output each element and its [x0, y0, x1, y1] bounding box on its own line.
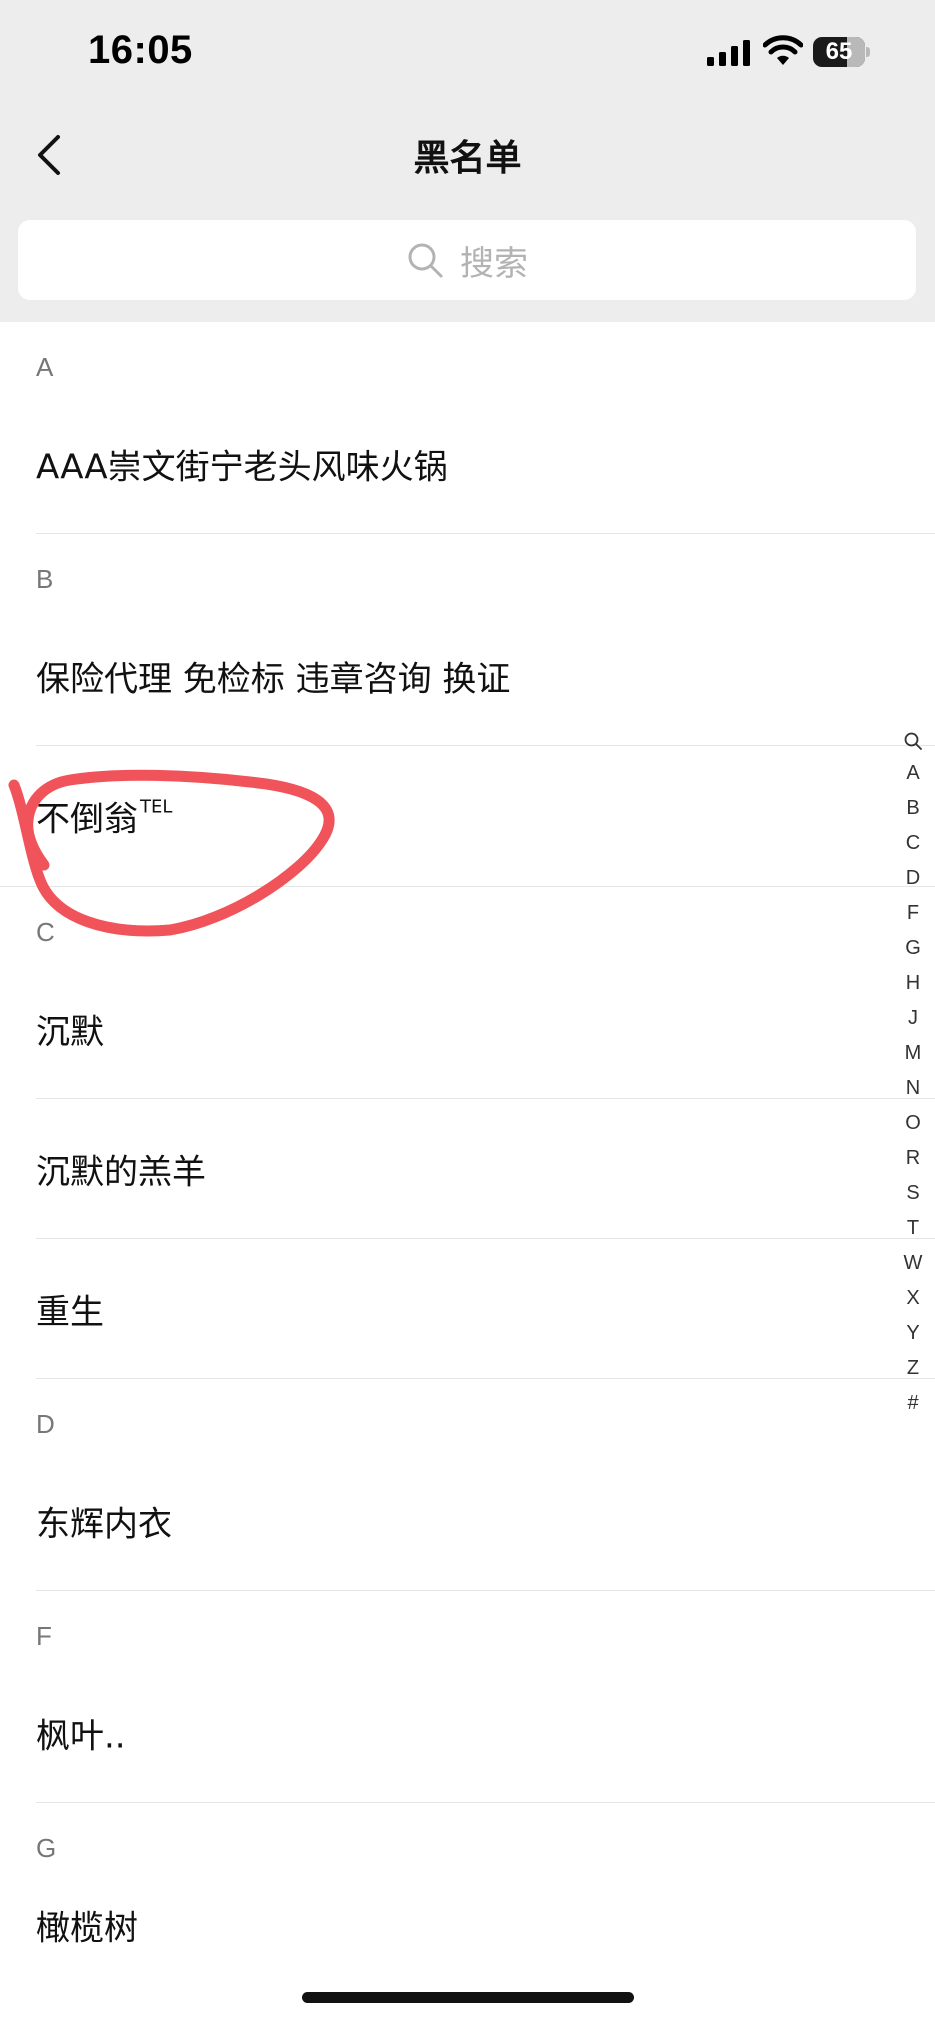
contact-name: 重生	[36, 1292, 104, 1333]
page-title: 黑名单	[413, 138, 522, 179]
battery-icon: 65	[813, 37, 870, 67]
index-letter-c[interactable]: C	[895, 826, 931, 861]
section-header-f: F	[0, 1591, 935, 1663]
section-letter: B	[36, 564, 54, 594]
contact-row[interactable]: 沉默	[0, 959, 935, 1099]
index-letter-f[interactable]: F	[895, 896, 931, 931]
navigation-bar: 黑名单	[0, 105, 935, 205]
contact-name: 保险代理 免检标 违章咨询 换证	[36, 659, 511, 700]
section-letter: F	[36, 1621, 52, 1651]
contact-name: 沉默	[36, 1012, 104, 1053]
battery-level: 65	[825, 38, 853, 65]
contact-name: 不倒翁 TEL	[36, 792, 172, 841]
index-letter-d[interactable]: D	[895, 861, 931, 896]
index-letter-m[interactable]: M	[895, 1036, 931, 1071]
index-letter-a[interactable]: A	[895, 756, 931, 791]
index-search-icon[interactable]	[895, 726, 931, 756]
index-letter-x[interactable]: X	[895, 1281, 931, 1316]
contact-row[interactable]: 东辉内衣	[0, 1451, 935, 1591]
status-time: 16:05	[88, 28, 193, 72]
section-header-c: C	[0, 886, 935, 959]
contact-row[interactable]: 重生	[0, 1239, 935, 1379]
index-letter-n[interactable]: N	[895, 1071, 931, 1106]
wifi-icon	[763, 35, 803, 65]
section-letter: C	[36, 917, 55, 947]
home-indicator	[302, 1992, 634, 2003]
index-letter-o[interactable]: O	[895, 1106, 931, 1141]
contact-name: 沉默的羔羊	[36, 1152, 206, 1193]
contact-name: AAA崇文街宁老头风味火锅	[36, 447, 448, 488]
index-letter-h[interactable]: H	[895, 966, 931, 1001]
section-letter: G	[36, 1833, 57, 1863]
index-letter-g[interactable]: G	[895, 931, 931, 966]
section-letter: D	[36, 1409, 55, 1439]
search-icon	[904, 732, 922, 750]
contact-name: 东辉内衣	[36, 1504, 172, 1545]
signal-icon	[707, 40, 750, 66]
contact-row[interactable]: 橄榄树	[0, 1875, 935, 1975]
contact-row[interactable]: 不倒翁 TEL	[0, 746, 935, 886]
index-letter-y[interactable]: Y	[895, 1316, 931, 1351]
contact-name: 橄榄树	[36, 1908, 138, 1949]
index-letter-j[interactable]: J	[895, 1001, 931, 1036]
contact-name-suffix: TEL	[140, 796, 173, 818]
section-header-d: D	[0, 1379, 935, 1451]
alphabet-index-bar[interactable]: A B C D F G H J M N O R S T W X Y Z #	[895, 726, 931, 1421]
contact-name: 枫叶..	[36, 1716, 126, 1757]
blacklist-contact-list: A AAA崇文街宁老头风味火锅 B 保险代理 免检标 违章咨询 换证 不倒翁 TE…	[0, 322, 935, 1975]
contact-row[interactable]: 枫叶..	[0, 1663, 935, 1803]
search-placeholder: 搜索	[460, 243, 528, 284]
index-letter-t[interactable]: T	[895, 1211, 931, 1246]
section-header-b: B	[0, 534, 935, 606]
index-letter-s[interactable]: S	[895, 1176, 931, 1211]
search-icon	[408, 243, 443, 278]
section-header-g: G	[0, 1803, 935, 1875]
index-letter-w[interactable]: W	[895, 1246, 931, 1281]
search-input[interactable]: 搜索	[18, 220, 916, 300]
contact-row[interactable]: AAA崇文街宁老头风味火锅	[0, 394, 935, 534]
index-letter-z[interactable]: Z	[895, 1351, 931, 1386]
index-letter-b[interactable]: B	[895, 791, 931, 826]
section-letter: A	[36, 352, 54, 382]
status-bar: 16:05 65	[0, 0, 935, 105]
contact-row[interactable]: 保险代理 免检标 违章咨询 换证	[0, 606, 935, 746]
index-letter-hash[interactable]: #	[895, 1386, 931, 1421]
index-letter-r[interactable]: R	[895, 1141, 931, 1176]
section-header-a: A	[0, 322, 935, 394]
contact-row[interactable]: 沉默的羔羊	[0, 1099, 935, 1239]
contact-name-text: 不倒翁	[36, 799, 138, 840]
header-area: 16:05 65 黑名单 搜索	[0, 0, 935, 322]
